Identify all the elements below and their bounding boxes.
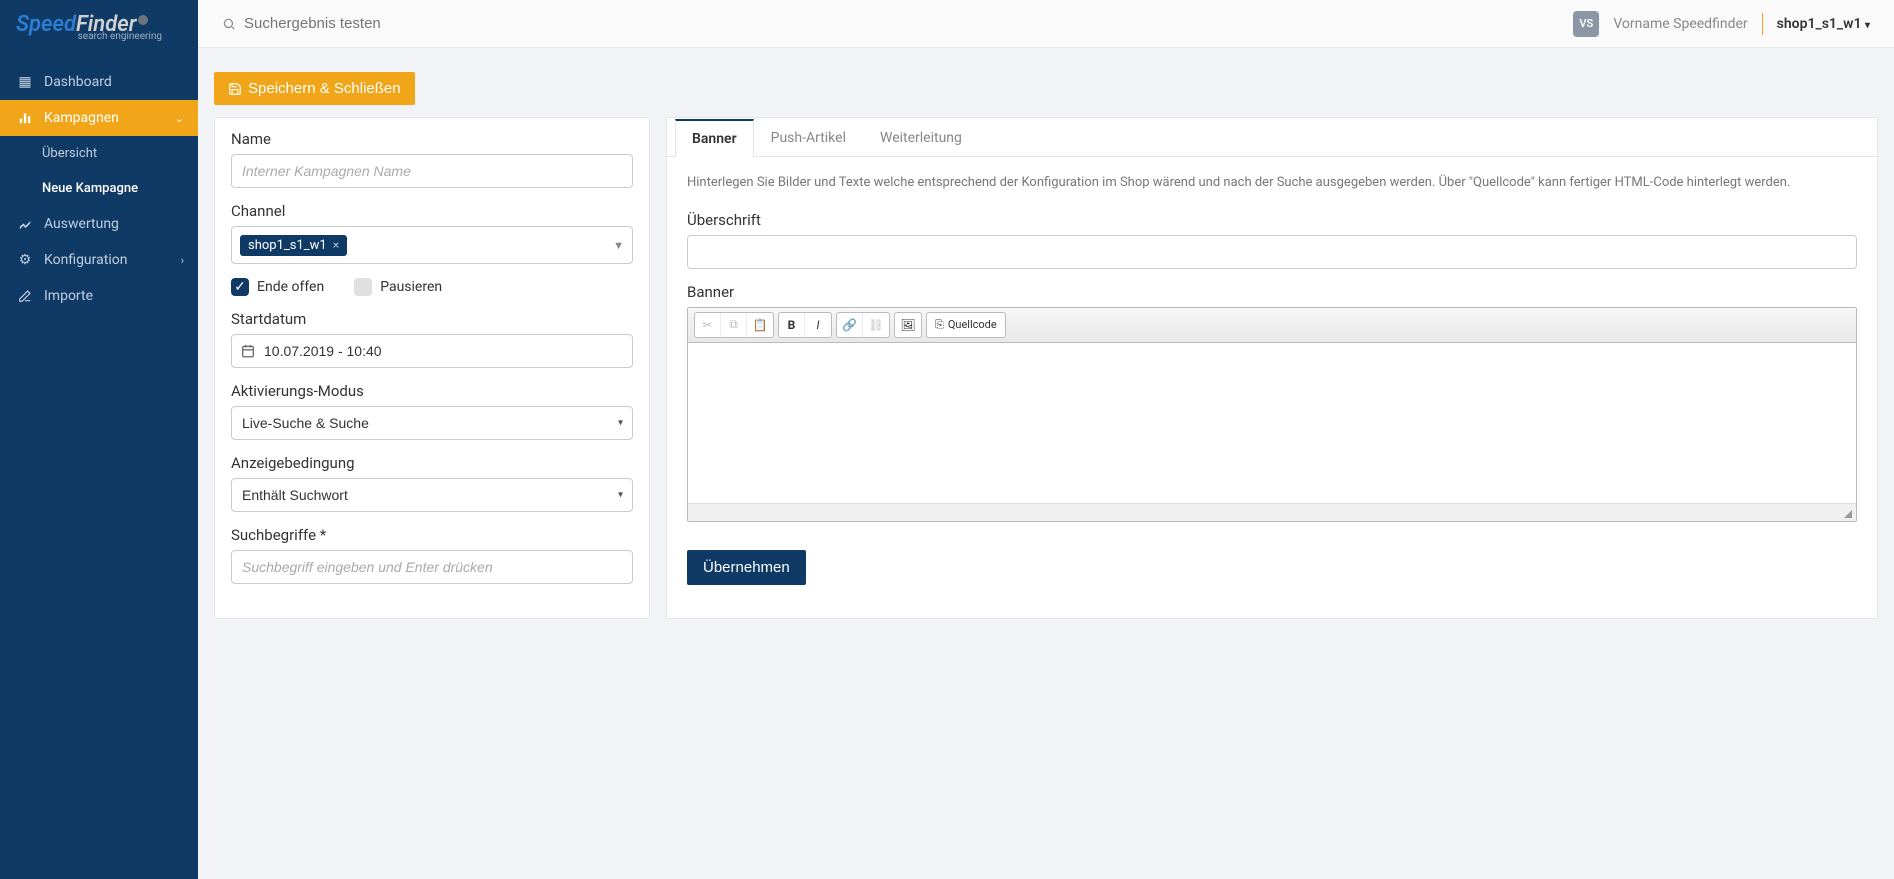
pausieren-checkbox[interactable]: Pausieren (354, 278, 442, 296)
nav-importe[interactable]: Importe (0, 278, 198, 314)
close-icon[interactable]: × (333, 238, 339, 252)
topbar: VS Vorname Speedfinder shop1_s1_w1 ▾ (198, 0, 1894, 48)
tab-push-artikel[interactable]: Push-Artikel (754, 119, 863, 157)
help-text: Hinterlegen Sie Bilder und Texte welche … (687, 173, 1857, 193)
content-panel: Banner Push-Artikel Weiterleitung Hinter… (666, 117, 1878, 619)
nav-dashboard[interactable]: ▦ Dashboard (0, 64, 198, 100)
brand-logo: SpeedFinder search engineering (0, 0, 198, 54)
code-icon: ⎘ (935, 318, 944, 332)
channel-select[interactable]: shop1_s1_w1 × ▼ (231, 226, 633, 264)
save-icon (228, 82, 242, 96)
ueberschrift-label: Überschrift (687, 211, 1857, 229)
aktivierungs-label: Aktivierungs-Modus (231, 382, 633, 400)
startdatum-input[interactable] (231, 334, 633, 368)
ende-offen-checkbox[interactable]: ✓ Ende offen (231, 278, 324, 296)
chevron-down-icon: ▼ (613, 239, 624, 252)
paste-icon[interactable]: 📋 (747, 313, 773, 337)
search-input[interactable] (244, 15, 544, 32)
anzeige-label: Anzeigebedingung (231, 454, 633, 472)
source-button[interactable]: ⎘ Quellcode (927, 313, 1005, 337)
search-icon (222, 17, 236, 31)
nav-kampagnen-neue[interactable]: Neue Kampagne (0, 171, 198, 206)
unlink-icon[interactable]: ⛓ (863, 313, 889, 337)
anzeige-select[interactable]: Enthält Suchwort (231, 478, 633, 512)
avatar[interactable]: VS (1573, 11, 1599, 37)
chevron-down-icon: ▾ (1865, 20, 1870, 31)
name-input[interactable] (231, 154, 633, 188)
checkbox-checked-icon: ✓ (231, 278, 249, 296)
chart-icon (16, 217, 34, 231)
chevron-right-icon: › (181, 254, 184, 267)
edit-icon (16, 289, 34, 303)
gear-icon: ⚙ (16, 252, 34, 268)
nav-konfiguration[interactable]: ⚙ Konfiguration › (0, 242, 198, 278)
copy-icon[interactable]: ⧉ (721, 313, 747, 337)
save-close-button[interactable]: Speichern & Schließen (214, 72, 415, 105)
nav-kampagnen-uebersicht[interactable]: Übersicht (0, 136, 198, 171)
grid-icon: ▦ (16, 74, 34, 90)
startdatum-label: Startdatum (231, 310, 633, 328)
name-label: Name (231, 130, 633, 148)
calendar-icon (241, 344, 255, 358)
nav-auswertung[interactable]: Auswertung (0, 206, 198, 242)
dashboard-icon (16, 111, 34, 125)
apply-button[interactable]: Übernehmen (687, 550, 806, 585)
channel-label: Channel (231, 202, 633, 220)
user-name: Vorname Speedfinder (1613, 16, 1747, 32)
campaign-form-panel: Name Channel shop1_s1_w1 × ▼ ✓ Ende offe… (214, 117, 650, 619)
bold-icon[interactable]: B (779, 313, 805, 337)
aktivierungs-select[interactable]: Live-Suche & Suche (231, 406, 633, 440)
italic-icon[interactable]: I (805, 313, 831, 337)
banner-label: Banner (687, 283, 1857, 301)
suchbegriffe-input[interactable] (231, 550, 633, 584)
image-icon[interactable]: 🖼 (895, 313, 921, 337)
tab-weiterleitung[interactable]: Weiterleitung (863, 119, 979, 157)
ueberschrift-input[interactable] (687, 235, 1857, 269)
checkbox-unchecked-icon (354, 278, 372, 296)
tab-banner[interactable]: Banner (675, 119, 754, 157)
suchbegriffe-label: Suchbegriffe * (231, 526, 633, 544)
workspace-dropdown[interactable]: shop1_s1_w1 ▾ (1777, 16, 1870, 32)
chevron-down-icon: ⌄ (175, 112, 184, 125)
link-icon[interactable]: 🔗 (837, 313, 863, 337)
cut-icon[interactable]: ✂ (695, 313, 721, 337)
nav-kampagnen[interactable]: Kampagnen ⌄ (0, 100, 198, 136)
resize-handle[interactable] (688, 503, 1856, 521)
channel-chip[interactable]: shop1_s1_w1 × (240, 235, 347, 256)
editor-textarea[interactable] (688, 343, 1856, 503)
sidebar: SpeedFinder search engineering ▦ Dashboa… (0, 0, 198, 879)
rich-text-editor: ✂ ⧉ 📋 B I 🔗 ⛓ (687, 307, 1857, 522)
